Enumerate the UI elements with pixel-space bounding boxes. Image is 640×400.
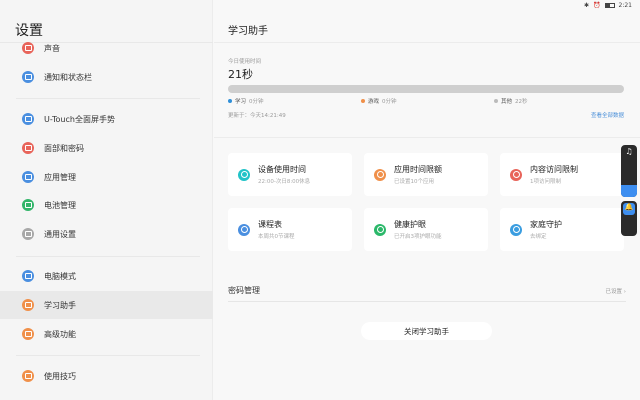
sidebar-item[interactable]: 使用技巧 bbox=[0, 362, 213, 390]
password-management-row[interactable]: 密码管理 已设置 › bbox=[228, 280, 626, 302]
sidebar-item-label: 通知和状态栏 bbox=[44, 72, 92, 82]
card-title: 健康护眼 bbox=[394, 220, 426, 229]
music-icon: ♫ bbox=[625, 147, 633, 156]
sidebar-item-label: 声音 bbox=[44, 43, 60, 53]
usage-bar bbox=[228, 85, 624, 93]
card-subtitle: 已设置10个应用 bbox=[394, 179, 434, 185]
setting-icon bbox=[22, 142, 34, 154]
sidebar-item[interactable]: 通用设置 bbox=[0, 220, 213, 248]
feature-card[interactable]: 内容访问限制 1项访问限制 bbox=[500, 153, 624, 196]
sidebar-item-label: 通用设置 bbox=[44, 229, 76, 239]
sidebar-item[interactable]: 电池管理 bbox=[0, 191, 213, 219]
bell-icon: 🔔 bbox=[623, 203, 635, 215]
setting-icon bbox=[22, 113, 34, 125]
chevron-right-icon: › bbox=[623, 288, 626, 295]
sidebar-item[interactable]: 高级功能 bbox=[0, 320, 213, 348]
card-subtitle: 本周共0节课程 bbox=[258, 234, 295, 240]
sidebar-item-label: 高级功能 bbox=[44, 329, 76, 339]
feature-icon bbox=[510, 223, 522, 236]
sidebar-item[interactable]: 通知和状态栏 bbox=[0, 63, 213, 91]
card-title: 应用时间限额 bbox=[394, 165, 442, 174]
feature-icon bbox=[238, 168, 250, 181]
sidebar-item-label: 学习助手 bbox=[44, 300, 76, 310]
feature-card[interactable]: 应用时间限额 已设置10个应用 bbox=[364, 153, 488, 196]
feature-icon bbox=[238, 223, 250, 236]
settings-sidebar: 设置 声音 通知和状态栏 U-Touch全面屏手势 面部和密码 应用管理 电池管理 通用设置… bbox=[0, 0, 213, 400]
sidebar-item[interactable]: 声音 bbox=[0, 34, 213, 62]
floating-notification-widget[interactable]: 🔔 bbox=[621, 201, 637, 236]
feature-card[interactable]: 健康护眼已开启3项护眼功能 bbox=[364, 208, 488, 251]
feature-card[interactable]: 家庭守护 去绑定 bbox=[500, 208, 624, 251]
setting-icon bbox=[22, 199, 34, 211]
usage-label: 今日使用时间 bbox=[228, 59, 262, 65]
sidebar-item[interactable]: 电脑模式 bbox=[0, 262, 213, 290]
setting-icon bbox=[22, 370, 34, 382]
divider bbox=[16, 98, 200, 99]
view-all-data-link[interactable]: 查看全部数据 bbox=[591, 111, 624, 119]
card-subtitle: 1项访问限制 bbox=[530, 179, 561, 185]
card-title: 家庭守护 bbox=[530, 220, 562, 229]
setting-icon bbox=[22, 299, 34, 311]
card-title: 课程表 bbox=[258, 220, 282, 229]
setting-icon bbox=[22, 42, 34, 54]
study-assistant-pane: 学习助手 今日使用时间 21秒 学习 0分钟 游戏 0分钟 其他 22秒 更新于：今天14… bbox=[214, 0, 640, 400]
feature-card[interactable]: 设备使用时间 22:00-次日8:00休息 bbox=[228, 153, 352, 196]
sidebar-item[interactable]: 面部和密码 bbox=[0, 134, 213, 162]
floating-media-widget[interactable]: ♫ bbox=[621, 145, 637, 197]
password-label: 密码管理 bbox=[228, 286, 260, 295]
sidebar-item-label: U-Touch全面屏手势 bbox=[44, 114, 115, 124]
divider bbox=[16, 256, 200, 257]
sidebar-item-label: 应用管理 bbox=[44, 172, 76, 182]
sidebar-item-label: 面部和密码 bbox=[44, 143, 84, 153]
setting-icon bbox=[22, 270, 34, 282]
usage-value: 21秒 bbox=[228, 68, 253, 81]
setting-icon bbox=[22, 71, 34, 83]
password-status: 已设置 bbox=[605, 288, 623, 295]
feature-icon bbox=[374, 223, 386, 236]
divider bbox=[16, 355, 200, 356]
legend-item: 游戏 0分钟 bbox=[361, 97, 397, 105]
page-title: 学习助手 bbox=[228, 26, 268, 37]
sidebar-item[interactable]: 学习助手 bbox=[0, 291, 213, 319]
card-subtitle: 去绑定 bbox=[530, 234, 547, 240]
sidebar-item-label: 使用技巧 bbox=[44, 371, 76, 381]
sidebar-item[interactable]: 应用管理 bbox=[0, 163, 213, 191]
setting-icon bbox=[22, 228, 34, 240]
feature-card[interactable]: 课程表本周共0节课程 bbox=[228, 208, 352, 251]
legend-item: 其他 22秒 bbox=[494, 97, 528, 105]
card-subtitle: 已开启3项护眼功能 bbox=[394, 234, 442, 240]
legend-item: 学习 0分钟 bbox=[228, 97, 264, 105]
setting-icon bbox=[22, 328, 34, 340]
updated-time: 更新于：今天14:21:49 bbox=[228, 113, 286, 119]
feature-icon bbox=[510, 168, 522, 181]
card-title: 内容访问限制 bbox=[530, 165, 578, 174]
card-subtitle: 22:00-次日8:00休息 bbox=[258, 179, 311, 185]
close-study-assistant-button[interactable]: 关闭学习助手 bbox=[361, 322, 492, 340]
feature-icon bbox=[374, 168, 386, 181]
setting-icon bbox=[22, 171, 34, 183]
sidebar-item[interactable]: U-Touch全面屏手势 bbox=[0, 105, 213, 133]
card-title: 设备使用时间 bbox=[258, 165, 306, 174]
sidebar-item-label: 电池管理 bbox=[44, 200, 76, 210]
sidebar-item-label: 电脑模式 bbox=[44, 271, 76, 281]
